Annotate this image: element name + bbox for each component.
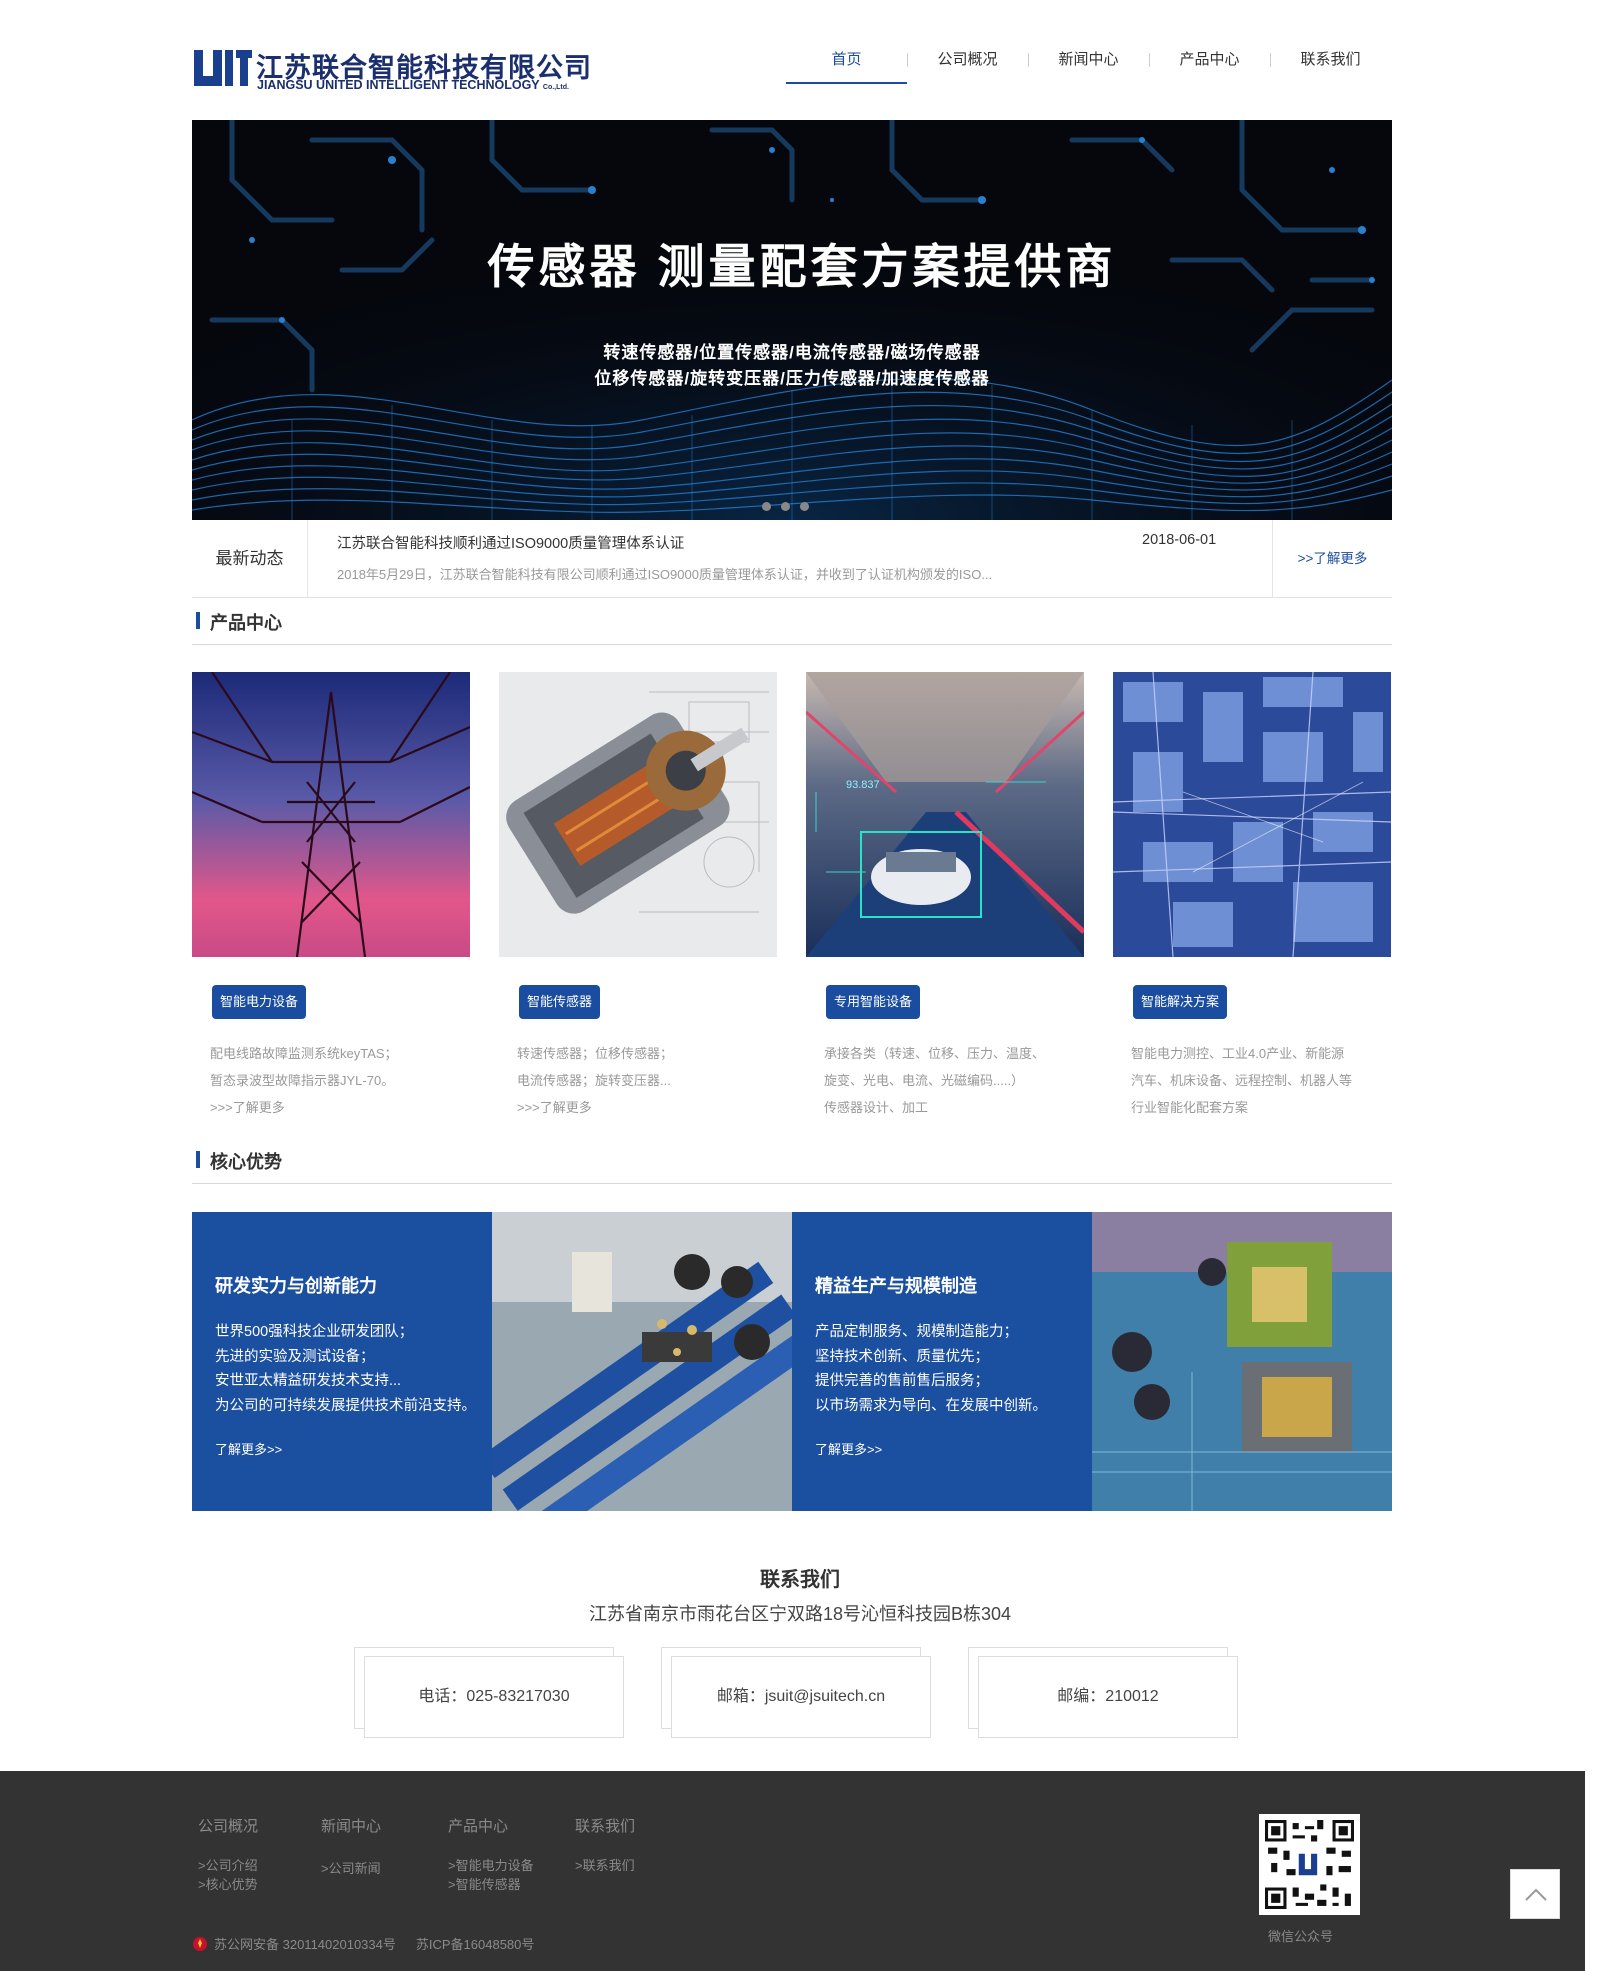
wechat-qr-label: 微信公众号	[1268, 1929, 1334, 1944]
main-nav: 首页 公司概况 新闻中心 产品中心 联系我们	[786, 42, 1391, 84]
contact-phone-card: 电话：025-83217030	[354, 1647, 624, 1738]
product-description: 配电线路故障监测系统keyTAS； 暂态录波型故障指示器JYL-70。 >>>了…	[210, 1040, 465, 1121]
contact-postcode-card: 邮编：210012	[968, 1647, 1238, 1738]
contact-postcode: 邮编：210012	[978, 1656, 1238, 1738]
product-more-link[interactable]: >>>了解更多	[517, 1094, 772, 1121]
nav-news[interactable]: 新闻中心	[1028, 42, 1149, 84]
nav-home[interactable]: 首页	[786, 42, 907, 84]
chevron-up-icon	[1525, 1888, 1547, 1901]
advantage-lines: 世界500强科技企业研发团队； 先进的实验及测试设备； 安世亚太精益研发技术支持…	[215, 1324, 476, 1414]
product-description: 转速传感器；位移传感器； 电流传感器；旋转变压器... >>>了解更多	[517, 1040, 772, 1121]
company-logo[interactable]: 江苏联合智能科技有限公司 JIANGSU UNITED INTELLIGENT …	[192, 46, 612, 96]
product-category-button[interactable]: 智能解决方案	[1133, 985, 1228, 1019]
products-section-header: 产品中心	[192, 607, 1392, 645]
site-footer: 公司概况 >公司介绍 >核心优势 新闻中心 >公司新闻 产品中心 >智能电力设备…	[0, 1771, 1585, 1971]
footer-col-about: 公司概况 >公司介绍 >核心优势	[198, 1815, 258, 1894]
advantages-section-header: 核心优势	[192, 1146, 1392, 1184]
product-description: 智能电力测控、工业4.0产业、新能源 汽车、机床设备、远程控制、机器人等 行业智…	[1131, 1046, 1353, 1115]
contact-email[interactable]: 邮箱：jsuit@jsuitech.cn	[671, 1656, 931, 1738]
product-category-button[interactable]: 智能传感器	[519, 985, 601, 1019]
product-card[interactable]: 智能传感器 转速传感器；位移传感器； 电流传感器；旋转变压器... >>>了解更…	[499, 672, 777, 1115]
contact-section-title: 联系我们	[760, 1569, 840, 1591]
product-description: 承接各类（转速、位移、压力、温度、 旋变、光电、电流、光磁编码.....） 传感…	[824, 1046, 1046, 1115]
logo-mark-icon	[194, 50, 252, 86]
police-badge-icon	[193, 1936, 207, 1951]
carousel-dots	[762, 502, 809, 511]
footer-link[interactable]: >联系我们	[575, 1856, 635, 1875]
news-summary: 2018年5月29日，江苏联合智能科技有限公司顺利通过ISO9000质量管理体系…	[337, 567, 993, 582]
nav-divider	[1149, 53, 1150, 67]
section-accent-bar	[196, 612, 200, 629]
advantage-image-cpu-socket	[1092, 1212, 1392, 1511]
carousel-dot[interactable]	[800, 502, 809, 511]
footer-col-title: 新闻中心	[321, 1818, 382, 1835]
circuit-background	[192, 120, 1392, 520]
news-date: 2018-06-01	[1142, 532, 1217, 548]
advantage-more-link[interactable]: 了解更多>>	[815, 1439, 882, 1458]
footer-col-title: 联系我们	[575, 1818, 636, 1835]
product-image-smart-car[interactable]: 93.837	[806, 672, 1084, 957]
advantage-image-motherboard	[479, 1212, 820, 1544]
nav-contact[interactable]: 联系我们	[1270, 42, 1391, 84]
footer-col-title: 公司概况	[198, 1818, 259, 1835]
nav-divider	[1270, 53, 1271, 67]
footer-link[interactable]: >核心优势	[198, 1875, 258, 1894]
banner-subtitle-line2: 位移传感器/旋转变压器/压力传感器/加速度传感器	[594, 369, 990, 388]
contact-phone: 电话：025-83217030	[364, 1656, 624, 1738]
footer-col-contact: 联系我们 >联系我们	[575, 1815, 635, 1875]
nav-divider	[907, 53, 908, 67]
advantage-title: 研发实力与创新能力	[215, 1276, 377, 1296]
product-image-power-tower[interactable]	[192, 672, 470, 957]
footer-col-news: 新闻中心 >公司新闻	[321, 1815, 381, 1878]
qr-code-icon	[1265, 1820, 1354, 1909]
footer-link[interactable]: >智能电力设备	[448, 1856, 534, 1875]
back-to-top-button[interactable]	[1510, 1869, 1560, 1919]
banner-subtitle-line1: 转速传感器/位置传感器/电流传感器/磁场传感器	[603, 343, 981, 362]
banner-title: 传感器 测量配套方案提供商	[487, 240, 1117, 293]
footer-col-products: 产品中心 >智能电力设备 >智能传感器	[448, 1815, 534, 1894]
contact-email-card: 邮箱：jsuit@jsuitech.cn	[661, 1647, 931, 1738]
footer-link[interactable]: >公司介绍	[198, 1856, 258, 1875]
nav-divider	[1028, 53, 1029, 67]
advantages-grid: 研发实力与创新能力 世界500强科技企业研发团队； 先进的实验及测试设备； 安世…	[192, 1212, 1392, 1544]
icp-record[interactable]: 苏ICP备16048580号	[416, 1934, 535, 1953]
hero-banner[interactable]: 传感器 测量配套方案提供商 转速传感器/位置传感器/电流传感器/磁场传感器 位移…	[192, 120, 1392, 520]
advantages-section-title: 核心优势	[210, 1152, 282, 1172]
public-security-record[interactable]: 苏公网安备 32011402010334号	[214, 1934, 396, 1953]
product-card[interactable]: 93.837 专用智能设备 承接各类（转速、位移、压力、温度、 旋变、光电、电流…	[806, 672, 1084, 1115]
news-headline-link[interactable]: 江苏联合智能科技顺利通过ISO9000质量管理体系认证	[337, 532, 684, 553]
footer-link[interactable]: >公司新闻	[321, 1856, 381, 1878]
advantage-card-rnd[interactable]: 研发实力与创新能力 世界500强科技企业研发团队； 先进的实验及测试设备； 安世…	[192, 1212, 492, 1511]
footer-link[interactable]: >智能传感器	[448, 1875, 534, 1894]
advantage-title: 精益生产与规模制造	[815, 1276, 977, 1296]
product-category-button[interactable]: 智能电力设备	[212, 985, 307, 1019]
carousel-dot[interactable]	[762, 502, 771, 511]
advantage-card-manufacturing[interactable]: 精益生产与规模制造 产品定制服务、规模制造能力； 坚持技术创新、质量优先； 提供…	[792, 1212, 1092, 1511]
carousel-dot[interactable]	[781, 502, 790, 511]
product-card[interactable]: 智能解决方案 智能电力测控、工业4.0产业、新能源 汽车、机床设备、远程控制、机…	[1113, 672, 1391, 1115]
contact-address: 江苏省南京市雨花台区宁双路18号沁恒科技园B栋304	[588, 1604, 1012, 1624]
product-image-motor[interactable]	[499, 672, 777, 957]
product-category-button[interactable]: 专用智能设备	[826, 985, 921, 1019]
products-section-title: 产品中心	[210, 613, 282, 633]
overlay-readout: 93.837	[846, 779, 880, 791]
product-card[interactable]: 智能电力设备 配电线路故障监测系统keyTAS； 暂态录波型故障指示器JYL-7…	[192, 672, 470, 1115]
nav-products[interactable]: 产品中心	[1149, 42, 1270, 84]
footer-col-title: 产品中心	[448, 1818, 509, 1835]
footer-beian: 苏公网安备 32011402010334号 苏ICP备16048580号	[192, 1934, 534, 1953]
logo-english-name: JIANGSU UNITED INTELLIGENT TECHNOLOGY Co…	[257, 78, 569, 92]
product-more-link[interactable]: >>>了解更多	[210, 1094, 465, 1121]
site-header: 江苏联合智能科技有限公司 JIANGSU UNITED INTELLIGENT …	[0, 0, 1600, 120]
latest-news-strip: 最新动态 江苏联合智能科技顺利通过ISO9000质量管理体系认证 2018-06…	[192, 520, 1392, 598]
product-image-circuit-board[interactable]	[1113, 672, 1391, 957]
section-accent-bar	[196, 1151, 200, 1168]
news-label: 最新动态	[192, 520, 308, 598]
news-more-link[interactable]: >>了解更多	[1272, 520, 1392, 598]
nav-about[interactable]: 公司概况	[907, 42, 1028, 84]
advantage-lines: 产品定制服务、规模制造能力； 坚持技术创新、质量优先； 提供完善的售前售后服务；…	[815, 1324, 1047, 1414]
advantage-more-link[interactable]: 了解更多>>	[215, 1439, 282, 1458]
wechat-qr-code	[1259, 1814, 1360, 1915]
